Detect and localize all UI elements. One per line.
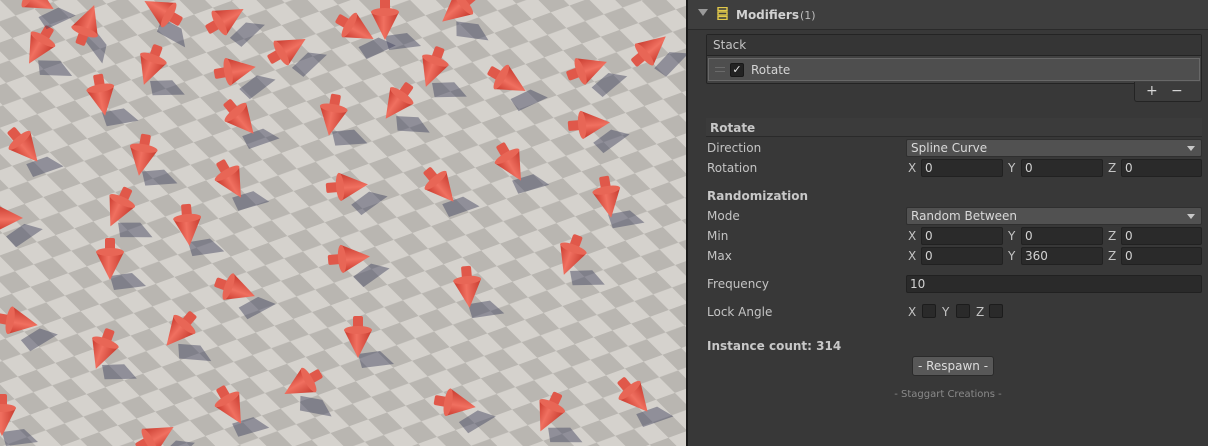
stack-icon [717,7,728,20]
rotation-y-field[interactable]: 0 [1021,159,1103,177]
rotation-x-field[interactable]: 0 [921,159,1003,177]
stack-item-rotate[interactable]: ✓ Rotate [708,58,1200,81]
scene-viewport[interactable] [0,0,686,446]
rotation-label: Rotation [707,161,758,175]
modifiers-count: (1) [800,9,816,22]
lock-angle-label: Lock Angle [707,305,773,319]
modifiers-header[interactable]: Modifiers (1) [688,0,1208,30]
remove-modifier-button[interactable]: − [1171,83,1183,99]
drag-handle-icon[interactable] [715,67,725,72]
lock-x-label: X [908,305,917,319]
frequency-field[interactable]: 10 [906,275,1202,293]
list-footer-buttons: + − [1134,82,1202,102]
max-label: Max [707,249,732,263]
min-y-label: Y [1008,229,1016,243]
lock-y-checkbox[interactable] [956,304,970,318]
max-z-label: Z [1108,249,1117,263]
dropdown-arrow-icon [1187,146,1195,151]
rotate-section-header: Rotate [706,118,1202,137]
mode-dropdown[interactable]: Random Between [906,207,1202,225]
max-x-field[interactable]: 0 [921,247,1003,265]
instance-count: Instance count: 314 [707,339,842,353]
modifiers-title: Modifiers [736,8,799,22]
min-y-field[interactable]: 0 [1021,227,1103,245]
rotate-section-title: Rotate [710,121,756,135]
mode-value: Random Between [911,209,1018,223]
direction-value: Spline Curve [911,141,988,155]
inspector-panel: Modifiers (1) Stack ✓ Rotate + − Rotate … [688,0,1208,446]
scene-render [0,0,686,446]
direction-dropdown[interactable]: Spline Curve [906,139,1202,157]
dropdown-arrow-icon [1187,214,1195,219]
direction-label: Direction [707,141,762,155]
frequency-label: Frequency [707,277,769,291]
add-modifier-button[interactable]: + [1146,83,1158,99]
max-z-field[interactable]: 0 [1121,247,1202,265]
lock-x-checkbox[interactable] [922,304,936,318]
modifier-stack-list: Stack ✓ Rotate [706,34,1202,84]
min-z-label: Z [1108,229,1117,243]
rotation-z-label: Z [1108,161,1117,175]
min-label: Min [707,229,729,243]
rotation-y-label: Y [1008,161,1016,175]
randomization-title: Randomization [707,189,809,203]
min-z-field[interactable]: 0 [1121,227,1202,245]
max-y-field[interactable]: 360 [1021,247,1103,265]
rotation-x-label: X [908,161,917,175]
lock-y-label: Y [942,305,950,319]
mode-label: Mode [707,209,740,223]
credit-text: - Staggart Creations - [894,389,1002,400]
stack-item-label: Rotate [751,63,791,77]
min-x-label: X [908,229,917,243]
max-y-label: Y [1008,249,1016,263]
lock-z-checkbox[interactable] [989,304,1003,318]
rotation-z-field[interactable]: 0 [1121,159,1202,177]
rotate-enabled-checkbox[interactable]: ✓ [730,63,744,77]
respawn-button[interactable]: - Respawn - [912,356,994,376]
lock-z-label: Z [976,305,985,319]
foldout-arrow-icon[interactable] [698,9,708,16]
stack-list-header: Stack [707,35,1201,56]
stack-header-label: Stack [713,38,747,52]
min-x-field[interactable]: 0 [921,227,1003,245]
max-x-label: X [908,249,917,263]
